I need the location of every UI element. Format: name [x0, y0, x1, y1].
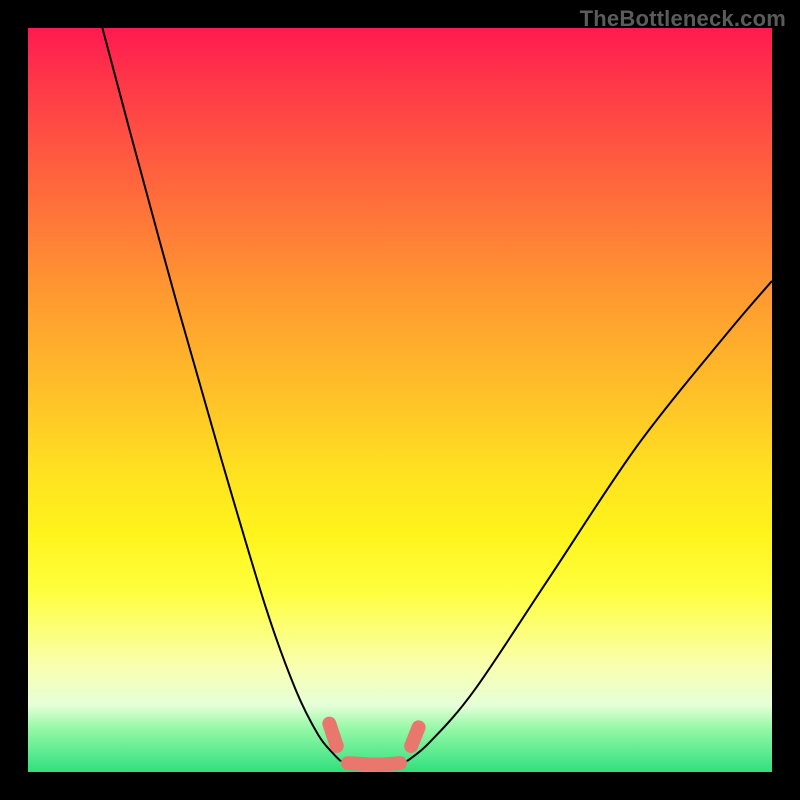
- optimal-marker-segment: [348, 763, 400, 764]
- plot-area: [28, 28, 772, 772]
- optimal-marker-segment: [329, 724, 336, 746]
- chart-svg: [28, 28, 772, 772]
- right-curve: [407, 281, 772, 761]
- watermark-text: TheBottleneck.com: [580, 6, 786, 32]
- left-curve: [102, 28, 340, 761]
- chart-frame: TheBottleneck.com: [0, 0, 800, 800]
- optimal-region-marker: [329, 724, 418, 765]
- optimal-marker-segment: [411, 727, 418, 746]
